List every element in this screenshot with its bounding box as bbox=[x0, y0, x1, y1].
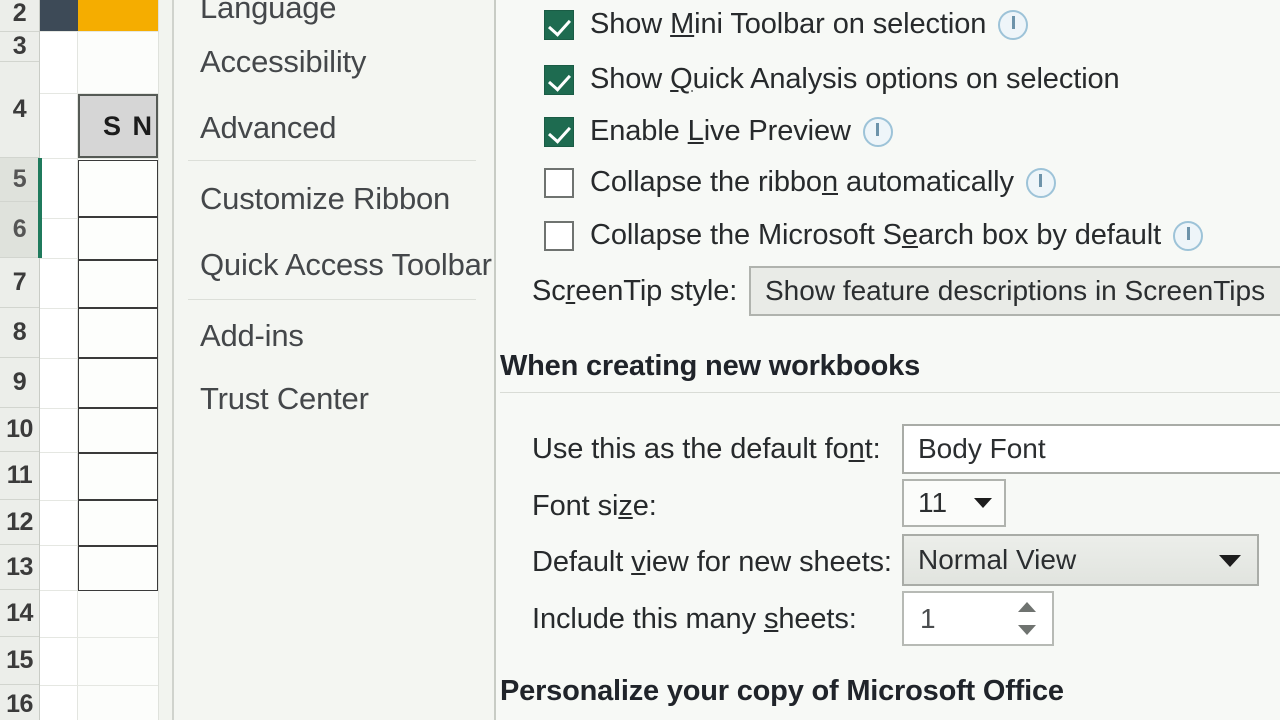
label-default-font: Use this as the default font: bbox=[532, 433, 881, 465]
checkbox-label-collapse-ribbon: Collapse the ribbon automatically bbox=[590, 166, 1014, 198]
options-nav-list: Language Accessibility Advanced Customiz… bbox=[174, 0, 496, 720]
sidebar-item-language[interactable]: Language bbox=[200, 0, 337, 26]
section-rule-new-workbooks bbox=[500, 392, 1280, 393]
checkbox-enable-live-preview[interactable] bbox=[544, 116, 574, 147]
sidebar-item-advanced[interactable]: Advanced bbox=[200, 110, 336, 146]
spinner-include-sheets[interactable]: 1 bbox=[902, 591, 1054, 646]
info-icon[interactable] bbox=[1173, 220, 1204, 251]
dropdown-default-view[interactable]: Normal View bbox=[902, 534, 1259, 586]
table-cell[interactable] bbox=[78, 217, 158, 260]
checkbox-show-mini-toolbar[interactable] bbox=[544, 9, 574, 40]
checkbox-row-live-preview[interactable]: Enable Live Preview bbox=[544, 115, 893, 148]
row-header-9[interactable]: 9 bbox=[0, 358, 39, 408]
section-heading-personalize: Personalize your copy of Microsoft Offic… bbox=[500, 675, 1064, 707]
row-header-4[interactable]: 4 bbox=[0, 62, 39, 158]
nav-separator-2 bbox=[188, 299, 476, 300]
checkbox-row-collapse-ribbon[interactable]: Collapse the ribbon automatically bbox=[544, 166, 1056, 199]
screen-root: S N 2 3 4 5 6 7 8 9 10 11 12 13 14 15 16… bbox=[0, 0, 1280, 720]
nav-separator-1 bbox=[188, 160, 476, 161]
row-header-11[interactable]: 11 bbox=[0, 452, 39, 500]
spinner-include-sheets-value: 1 bbox=[920, 602, 936, 634]
label-default-view: Default view for new sheets: bbox=[532, 546, 892, 578]
chevron-down-icon bbox=[1219, 555, 1241, 567]
row-header-2[interactable]: 2 bbox=[0, 0, 39, 32]
excel-options-dialog: Language Accessibility Advanced Customiz… bbox=[172, 0, 1280, 720]
grid-line bbox=[40, 158, 175, 159]
row-header-6[interactable]: 6 bbox=[0, 202, 39, 258]
info-icon[interactable] bbox=[1025, 167, 1056, 198]
info-icon[interactable] bbox=[862, 116, 893, 147]
spinner-down-icon[interactable] bbox=[1018, 625, 1036, 635]
sidebar-item-customize-ribbon[interactable]: Customize Ribbon bbox=[200, 181, 450, 217]
sidebar-item-quick-access-toolbar[interactable]: Quick Access Toolbar bbox=[200, 247, 492, 283]
spreadsheet-background: S N 2 3 4 5 6 7 8 9 10 11 12 13 14 15 16 bbox=[0, 0, 175, 720]
section-heading-new-workbooks: When creating new workbooks bbox=[500, 350, 920, 382]
row-header-13[interactable]: 13 bbox=[0, 545, 39, 590]
checkbox-collapse-search-box[interactable] bbox=[544, 220, 574, 251]
checkbox-label-quick-analysis: Show Quick Analysis options on selection bbox=[590, 63, 1120, 95]
grid-column-a[interactable] bbox=[40, 0, 78, 720]
sidebar-item-trust-center[interactable]: Trust Center bbox=[200, 381, 369, 417]
row-header-10[interactable]: 10 bbox=[0, 408, 39, 452]
checkbox-label-collapse-search-box: Collapse the Microsoft Search box by def… bbox=[590, 219, 1162, 251]
sidebar-item-accessibility[interactable]: Accessibility bbox=[200, 44, 366, 80]
options-content-pane: Show Mini Toolbar on selection Show Quic… bbox=[498, 0, 1280, 720]
row-header-7[interactable]: 7 bbox=[0, 258, 39, 308]
row-header-15[interactable]: 15 bbox=[0, 637, 39, 685]
table-cell[interactable] bbox=[78, 500, 158, 546]
table-cell[interactable] bbox=[78, 408, 158, 453]
row-selection-indicator bbox=[38, 158, 42, 258]
table-cell[interactable] bbox=[78, 308, 158, 358]
label-include-sheets: Include this many sheets: bbox=[532, 603, 857, 635]
info-icon[interactable] bbox=[998, 9, 1029, 40]
grid-line bbox=[40, 31, 175, 32]
table-cell[interactable] bbox=[78, 546, 158, 591]
table-cell[interactable] bbox=[78, 358, 158, 408]
table-cell[interactable] bbox=[78, 160, 158, 217]
table-header-cell[interactable]: S N bbox=[78, 94, 158, 158]
row-header-16[interactable]: 16 bbox=[0, 685, 39, 720]
checkbox-label-live-preview: Enable Live Preview bbox=[590, 115, 851, 147]
label-font-size: Font size: bbox=[532, 490, 657, 522]
spinner-up-icon[interactable] bbox=[1018, 602, 1036, 612]
row-header-5[interactable]: 5 bbox=[0, 158, 39, 202]
table-cell[interactable] bbox=[78, 453, 158, 500]
label-screentip-style: ScreenTip style: bbox=[532, 275, 738, 307]
checkbox-show-quick-analysis[interactable] bbox=[544, 64, 574, 95]
dropdown-default-view-value: Normal View bbox=[918, 544, 1077, 575]
sidebar-item-add-ins[interactable]: Add-ins bbox=[200, 318, 304, 354]
row-header-14[interactable]: 14 bbox=[0, 590, 39, 637]
dropdown-screentip-style[interactable]: Show feature descriptions in ScreenTips bbox=[749, 266, 1280, 316]
table-cell[interactable] bbox=[78, 260, 158, 308]
row-header-column: 2 3 4 5 6 7 8 9 10 11 12 13 14 15 16 bbox=[0, 0, 40, 720]
checkbox-row-quick-analysis[interactable]: Show Quick Analysis options on selection bbox=[544, 63, 1120, 96]
checkbox-row-mini-toolbar[interactable]: Show Mini Toolbar on selection bbox=[544, 8, 1029, 41]
row-header-8[interactable]: 8 bbox=[0, 308, 39, 358]
checkbox-row-collapse-search-box[interactable]: Collapse the Microsoft Search box by def… bbox=[544, 219, 1204, 252]
checkbox-label-mini-toolbar: Show Mini Toolbar on selection bbox=[590, 8, 987, 40]
dropdown-font-size-value: 11 bbox=[918, 487, 948, 518]
input-default-font[interactable]: Body Font bbox=[902, 424, 1280, 474]
grid-line bbox=[40, 685, 175, 686]
row-header-12[interactable]: 12 bbox=[0, 500, 39, 545]
checkbox-collapse-ribbon[interactable] bbox=[544, 167, 574, 198]
grid-line bbox=[40, 637, 175, 638]
cell-fill-orange[interactable] bbox=[78, 0, 158, 31]
chevron-down-icon bbox=[974, 498, 992, 508]
cell-fill-navy[interactable] bbox=[40, 0, 78, 31]
row-header-3[interactable]: 3 bbox=[0, 32, 39, 62]
dropdown-font-size[interactable]: 11 bbox=[902, 479, 1006, 527]
